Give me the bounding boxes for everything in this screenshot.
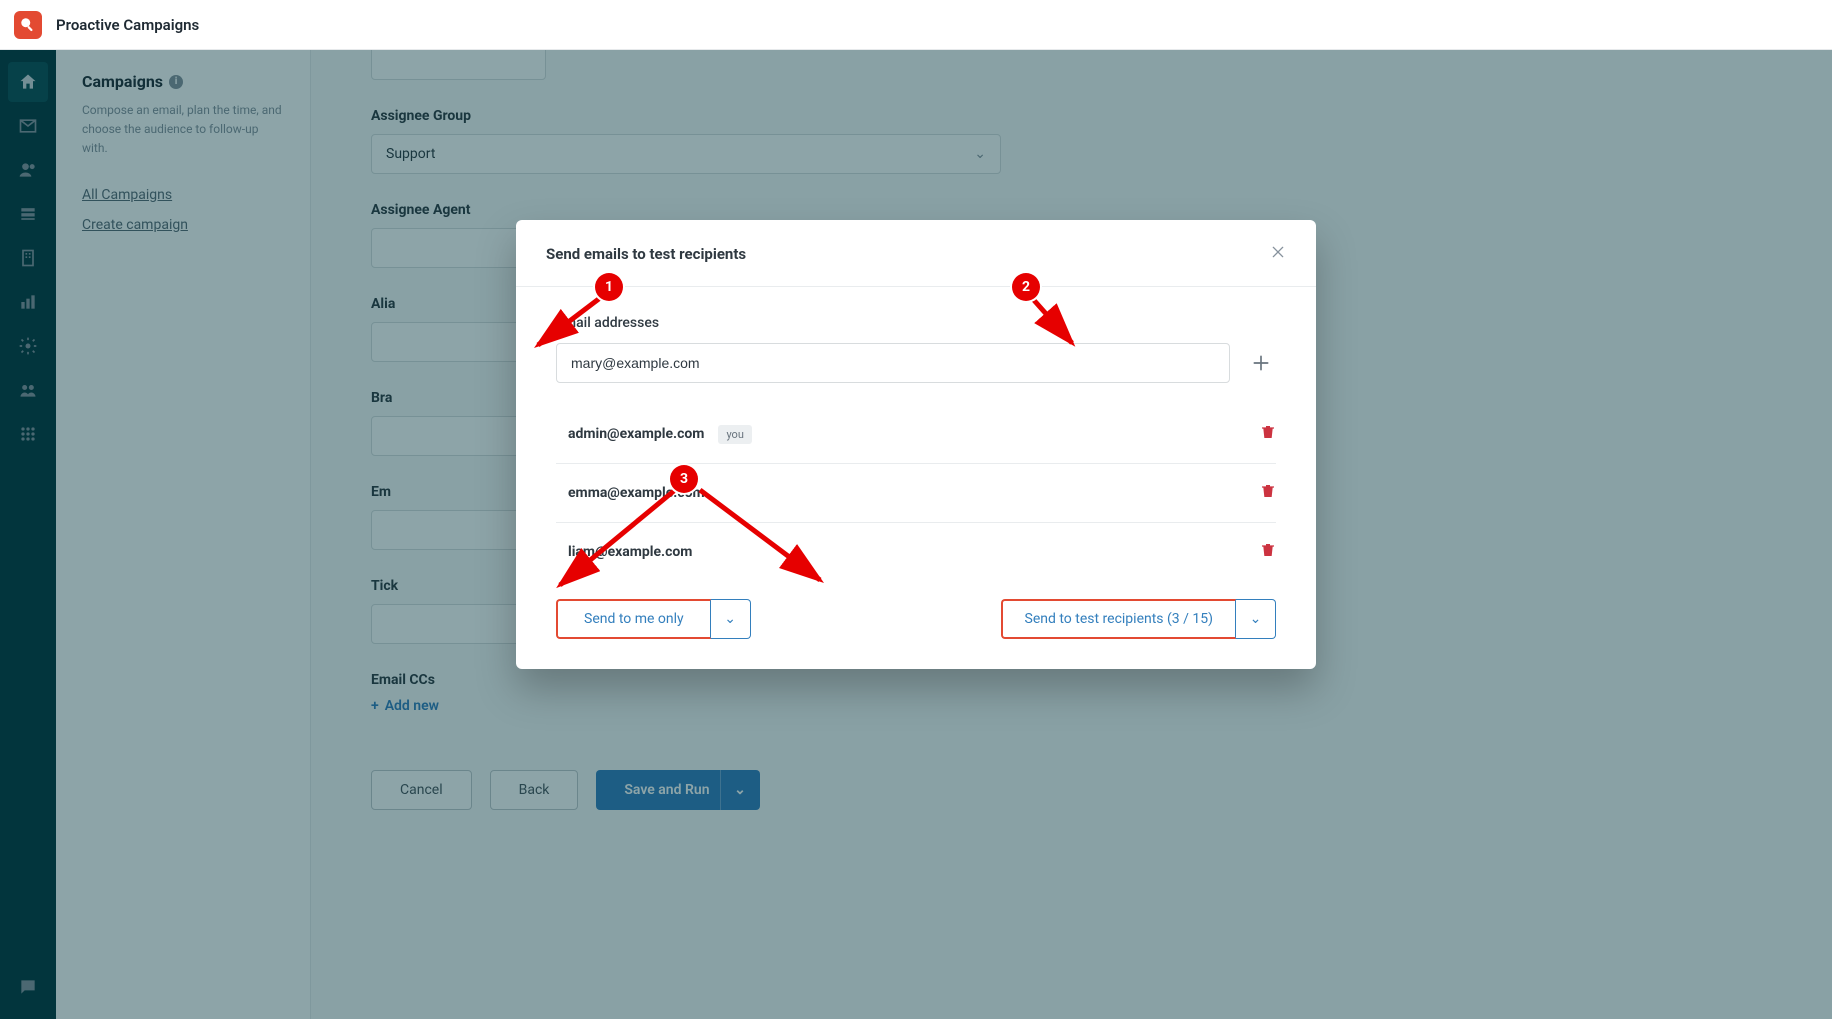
recipient-row: liam@example.com xyxy=(556,523,1276,581)
send-to-me-only-button[interactable]: Send to me only xyxy=(556,599,711,639)
send-to-me-dropdown[interactable]: ⌄ xyxy=(711,599,751,639)
email-address-input[interactable] xyxy=(556,343,1230,383)
recipient-email: liam@example.com xyxy=(568,544,692,560)
delete-recipient-button[interactable] xyxy=(1260,541,1276,563)
annotation-badge-2: 2 xyxy=(1012,273,1040,301)
recipient-row: admin@example.com you xyxy=(556,405,1276,464)
annotation-badge-3: 3 xyxy=(670,465,698,493)
chevron-down-icon: ⌄ xyxy=(1250,611,1262,627)
app-title: Proactive Campaigns xyxy=(56,16,199,34)
modal-title: Send emails to test recipients xyxy=(546,245,746,263)
recipient-row: emma@example.com xyxy=(556,464,1276,523)
recipient-list: admin@example.com you emma@example.com l… xyxy=(556,405,1276,581)
annotation-badge-1: 1 xyxy=(595,273,623,301)
send-to-test-dropdown[interactable]: ⌄ xyxy=(1236,599,1276,639)
send-to-test-recipients-button[interactable]: Send to test recipients (3 / 15) xyxy=(1001,599,1236,639)
send-to-test-recipients-button-group: Send to test recipients (3 / 15) ⌄ xyxy=(1001,599,1276,639)
send-to-me-only-button-group: Send to me only ⌄ xyxy=(556,599,751,639)
close-icon[interactable] xyxy=(1270,244,1286,264)
test-recipients-modal: Send emails to test recipients Email add… xyxy=(516,220,1316,669)
you-badge: you xyxy=(718,425,751,444)
recipient-email: admin@example.com xyxy=(568,426,704,442)
app-logo xyxy=(14,11,42,39)
delete-recipient-button[interactable] xyxy=(1260,482,1276,504)
chevron-down-icon: ⌄ xyxy=(724,611,736,627)
email-addresses-label: Email addresses xyxy=(556,315,1276,331)
add-email-button[interactable] xyxy=(1246,348,1276,378)
topbar: Proactive Campaigns xyxy=(0,0,1832,50)
delete-recipient-button[interactable] xyxy=(1260,423,1276,445)
